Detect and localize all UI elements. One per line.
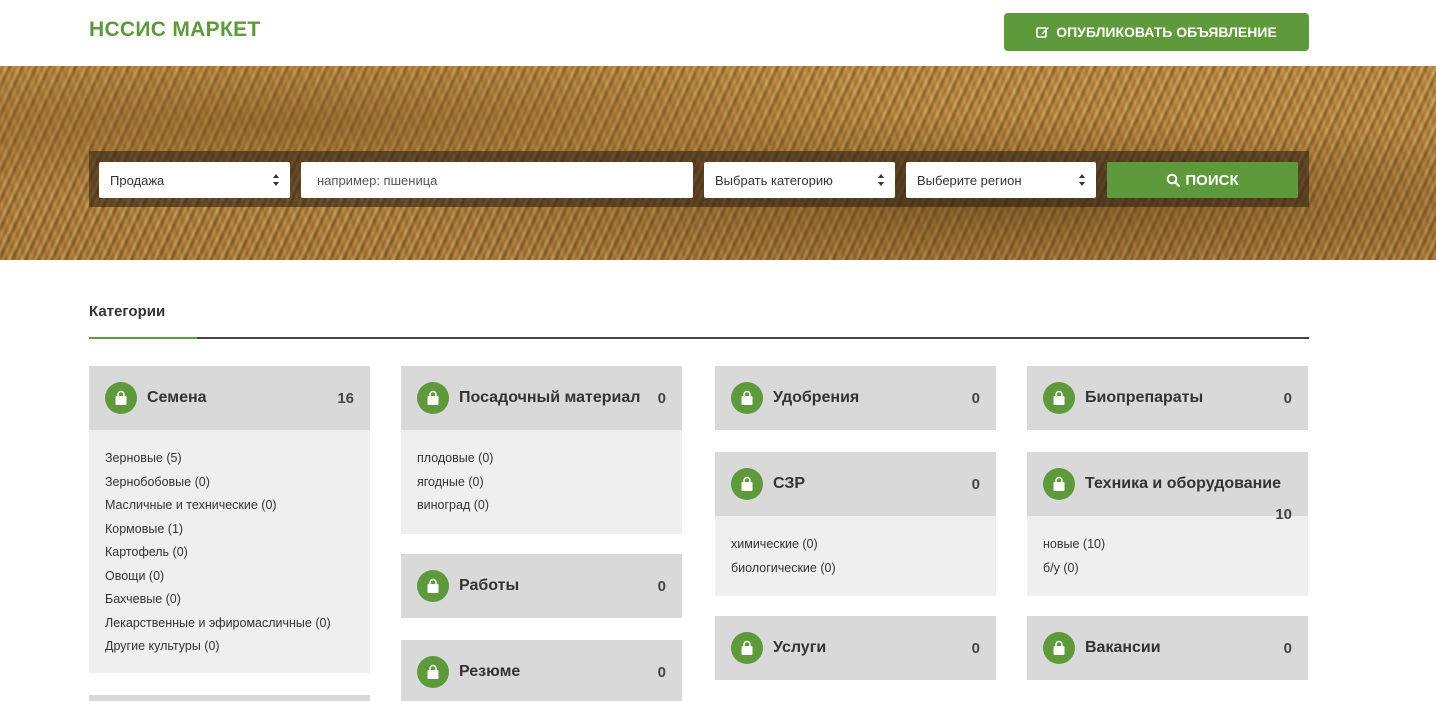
shopping-bag-icon [731, 382, 763, 414]
shopping-bag-icon [1043, 468, 1075, 500]
category-name: Техника и оборудование [1085, 475, 1282, 492]
category-card-szr: СЗР 0 химические (0) биологические (0) [715, 452, 996, 596]
category-header-tehnika[interactable]: Техника и оборудование 10 [1027, 452, 1308, 523]
shopping-bag-icon [1043, 382, 1075, 414]
shopping-bag-icon [417, 570, 449, 602]
category-count: 0 [1283, 390, 1292, 407]
category-count: 0 [657, 578, 666, 595]
category-count: 0 [971, 390, 980, 407]
category-card-udobr: Удобрения 0 [715, 366, 996, 430]
subcategory-link[interactable]: Зерновые (5) [105, 447, 354, 471]
category-card-tehnika: Техника и оборудование 10 новые (10) б/у… [1027, 452, 1308, 596]
category-card-bio: Биопрепараты 0 [1027, 366, 1308, 430]
search-bar: Продажа например: пшеница Выбрать катего… [89, 151, 1309, 207]
category-header-vakansii[interactable]: Вакансии 0 [1027, 616, 1308, 680]
category-select-value: Выбрать категорию [715, 172, 833, 188]
subcategory-link[interactable]: Лекарственные и эфиромасличные (0) [105, 612, 354, 636]
region-select-value: Выберите регион [917, 172, 1022, 188]
subcategory-link[interactable]: Бахчевые (0) [105, 588, 354, 612]
category-name: Семена [147, 389, 207, 406]
shopping-bag-icon [731, 468, 763, 500]
category-count: 10 [1275, 506, 1292, 523]
category-subitems: плодовые (0) ягодные (0) виноград (0) [401, 430, 682, 534]
shopping-bag-icon [731, 632, 763, 664]
site-logo[interactable]: НССИС МАРКЕТ [89, 18, 261, 42]
category-header-szr[interactable]: СЗР 0 [715, 452, 996, 516]
category-header-partial[interactable] [89, 695, 370, 701]
shopping-bag-icon [417, 382, 449, 414]
category-name: Удобрения [773, 389, 860, 406]
subcategory-link[interactable]: Зернобобовые (0) [105, 471, 354, 495]
category-header-semena[interactable]: Семена 16 [89, 366, 370, 430]
category-name: СЗР [773, 475, 806, 492]
category-subitems: новые (10) б/у (0) [1027, 516, 1308, 596]
category-name: Работы [459, 577, 520, 594]
search-button-label: ПОИСК [1185, 171, 1239, 189]
type-select[interactable]: Продажа [99, 162, 290, 198]
shopping-bag-icon [1043, 632, 1075, 664]
subcategory-link[interactable]: плодовые (0) [417, 447, 666, 471]
search-icon [1167, 173, 1181, 187]
category-count: 0 [1283, 640, 1292, 657]
subcategory-link[interactable]: новые (10) [1043, 533, 1292, 557]
category-header-uslugi[interactable]: Услуги 0 [715, 616, 996, 680]
subcategory-link[interactable]: виноград (0) [417, 494, 666, 518]
category-name: Услуги [773, 639, 827, 656]
categories-title: Категории [89, 303, 166, 320]
search-input-placeholder: например: пшеница [317, 172, 438, 188]
hero-banner: Продажа например: пшеница Выбрать катего… [0, 66, 1436, 260]
categories-divider-accent [89, 337, 197, 339]
category-header-bio[interactable]: Биопрепараты 0 [1027, 366, 1308, 430]
category-card-posad: Посадочный материал 0 плодовые (0) ягодн… [401, 366, 682, 534]
categories-divider [89, 337, 1309, 339]
subcategory-link[interactable]: б/у (0) [1043, 557, 1292, 581]
category-header-posad[interactable]: Посадочный материал 0 [401, 366, 682, 430]
subcategory-link[interactable]: Кормовые (1) [105, 518, 354, 542]
category-card-semena: Семена 16 Зерновые (5) Зернобобовые (0) … [89, 366, 370, 673]
category-name: Резюме [459, 663, 521, 680]
header: НССИС МАРКЕТ ОПУБЛИКОВАТЬ ОБЪЯВЛЕНИЕ [0, 0, 1436, 66]
search-button[interactable]: ПОИСК [1107, 162, 1298, 198]
category-card-partial [89, 695, 370, 701]
category-subitems: Зерновые (5) Зернобобовые (0) Масличные … [89, 430, 370, 673]
category-count: 0 [657, 664, 666, 681]
subcategory-link[interactable]: Другие культуры (0) [105, 635, 354, 659]
category-select[interactable]: Выбрать категорию [704, 162, 895, 198]
category-header-raboty[interactable]: Работы 0 [401, 554, 682, 618]
select-arrows-icon [273, 174, 279, 186]
subcategory-link[interactable]: Овощи (0) [105, 565, 354, 589]
search-input[interactable]: например: пшеница [301, 162, 693, 198]
publish-ad-label: ОПУБЛИКОВАТЬ ОБЪЯВЛЕНИЕ [1056, 24, 1277, 40]
category-header-rezume[interactable]: Резюме 0 [401, 640, 682, 701]
type-select-value: Продажа [110, 172, 165, 188]
category-subitems: химические (0) биологические (0) [715, 516, 996, 596]
category-name: Посадочный материал [459, 389, 641, 406]
edit-icon [1036, 27, 1050, 38]
category-name: Биопрепараты [1085, 389, 1204, 406]
category-card-vakansii: Вакансии 0 [1027, 616, 1308, 680]
subcategory-link[interactable]: биологические (0) [731, 557, 980, 581]
category-count: 0 [971, 640, 980, 657]
category-header-udobr[interactable]: Удобрения 0 [715, 366, 996, 430]
category-count: 0 [657, 390, 666, 407]
select-arrows-icon [878, 174, 884, 186]
select-arrows-icon [1079, 174, 1085, 186]
category-card-rezume: Резюме 0 [401, 640, 682, 701]
subcategory-link[interactable]: Масличные и технические (0) [105, 494, 354, 518]
region-select[interactable]: Выберите регион [906, 162, 1096, 198]
category-card-uslugi: Услуги 0 [715, 616, 996, 680]
shopping-bag-icon [417, 656, 449, 688]
shopping-bag-icon [105, 382, 137, 414]
category-count: 16 [337, 390, 354, 407]
category-name: Вакансии [1085, 639, 1161, 656]
subcategory-link[interactable]: Картофель (0) [105, 541, 354, 565]
subcategory-link[interactable]: ягодные (0) [417, 471, 666, 495]
category-card-raboty: Работы 0 [401, 554, 682, 618]
subcategory-link[interactable]: химические (0) [731, 533, 980, 557]
category-count: 0 [971, 476, 980, 493]
publish-ad-button[interactable]: ОПУБЛИКОВАТЬ ОБЪЯВЛЕНИЕ [1004, 13, 1309, 51]
